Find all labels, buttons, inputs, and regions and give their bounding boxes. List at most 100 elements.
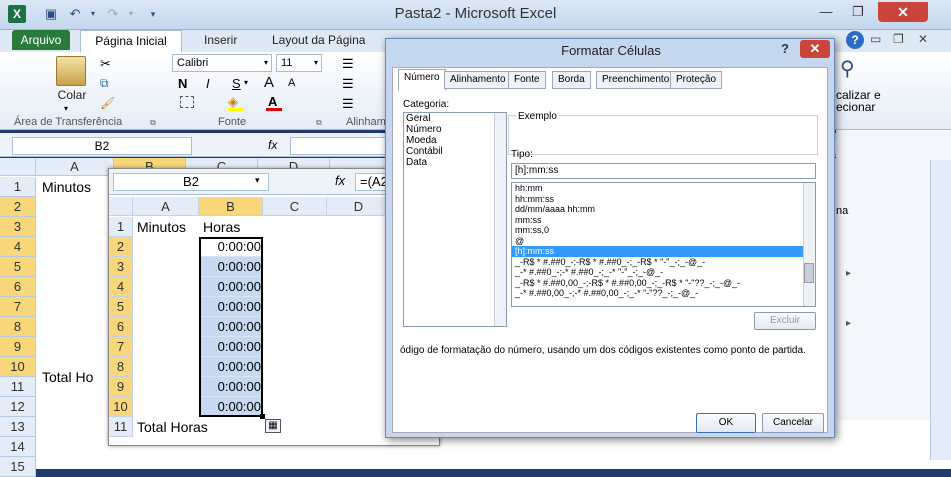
row-header[interactable]: 11	[0, 377, 36, 397]
list-item[interactable]: hh:mm:ss	[512, 194, 815, 205]
align-top-icon[interactable]: ☰	[342, 56, 354, 72]
row-header[interactable]: 14	[0, 437, 36, 457]
chevron-down-icon[interactable]: ▾	[255, 175, 260, 186]
underline-dropdown-icon[interactable]: ▾	[244, 78, 248, 87]
font-color-button[interactable]: A	[268, 94, 277, 109]
minimize-icon[interactable]: —	[810, 2, 842, 22]
workbook-close-icon[interactable]: ✕	[918, 32, 928, 46]
type-input[interactable]: [h]:mm:ss	[511, 163, 816, 179]
list-item[interactable]: Moeda	[404, 135, 506, 146]
row-header[interactable]: 5	[0, 257, 36, 277]
list-item[interactable]: _-R$ * #.##0,00_-;-R$ * #.##0,00_-;_-R$ …	[512, 278, 815, 289]
cut-icon[interactable]: ✂	[100, 56, 111, 72]
vertical-scrollbar[interactable]	[930, 160, 951, 460]
dialog-tab-protection[interactable]: Proteção	[670, 71, 723, 89]
tab-home[interactable]: Página Inicial	[80, 30, 182, 52]
inset-cell-a1[interactable]: Minutos	[137, 217, 186, 237]
paste-icon[interactable]	[56, 56, 86, 86]
list-item[interactable]: _-* #.##0_-;-* #.##0_-;_-* "-"_-;_-@_-	[512, 267, 815, 278]
clipboard-launcher-icon[interactable]: ⧉	[150, 118, 156, 128]
row-header[interactable]: 6	[0, 277, 36, 297]
help-icon[interactable]: ?	[846, 31, 864, 49]
list-item[interactable]: mm:ss	[512, 215, 815, 226]
row-header[interactable]: 15	[0, 457, 36, 477]
inset-select-all[interactable]	[109, 197, 133, 216]
row-header[interactable]: 13	[0, 417, 36, 437]
type-list-scrollbar[interactable]	[803, 183, 815, 306]
dialog-tab-border[interactable]: Borda	[552, 71, 591, 89]
indent-icon[interactable]: ☰	[342, 96, 354, 112]
paste-button-label[interactable]: Colar	[52, 88, 92, 102]
cell-a11[interactable]: Total Ho	[42, 367, 93, 387]
list-item[interactable]: @	[512, 236, 815, 247]
list-item[interactable]: dd/mm/aaaa hh:mm	[512, 204, 815, 215]
dialog-tab-fill[interactable]: Preenchimento	[596, 71, 676, 89]
dialog-tab-font[interactable]: Fonte	[508, 71, 546, 89]
shrink-font-button[interactable]: A	[288, 77, 295, 89]
row-header[interactable]: 2	[0, 197, 36, 217]
inset-row-header[interactable]: 1	[109, 217, 133, 237]
select-all-corner[interactable]	[0, 158, 36, 176]
list-item[interactable]: _-R$ * #.##0_-;-R$ * #.##0_-;_-R$ * "-"_…	[512, 257, 815, 268]
tab-insert[interactable]: Inserir	[204, 33, 237, 47]
inset-row-header[interactable]: 8	[109, 357, 133, 377]
inset-col-d[interactable]: D	[327, 197, 391, 216]
delete-format-button[interactable]: Excluir	[754, 312, 816, 330]
row-header[interactable]: 8	[0, 317, 36, 337]
category-list[interactable]: Geral Número Moeda Contábil Data	[403, 112, 507, 327]
borders-icon[interactable]	[180, 96, 194, 108]
bold-button[interactable]: N	[178, 76, 187, 91]
list-item[interactable]: mm:ss,0	[512, 225, 815, 236]
italic-button[interactable]: I	[206, 76, 210, 91]
inset-row-header[interactable]: 4	[109, 277, 133, 297]
dialog-tab-alignment[interactable]: Alinhamento	[444, 71, 512, 89]
scrollbar-thumb[interactable]	[804, 263, 814, 283]
list-item[interactable]: Data	[404, 157, 506, 168]
insert-function-icon[interactable]: fx	[268, 138, 277, 152]
copy-icon[interactable]: ⧉	[100, 76, 109, 91]
underline-button[interactable]: S	[232, 76, 241, 91]
font-name-dropdown[interactable]: Calibri ▾	[172, 54, 272, 72]
list-item[interactable]: Geral	[404, 113, 506, 124]
paste-options-icon[interactable]: ▦	[265, 419, 281, 433]
inset-row-header[interactable]: 9	[109, 377, 133, 397]
window-close-button[interactable]: ✕	[878, 2, 928, 22]
binoculars-icon[interactable]: ⚲	[840, 56, 855, 81]
row-header[interactable]: 1	[0, 177, 36, 197]
font-size-dropdown[interactable]: 11 ▾	[276, 54, 322, 72]
inset-row-header[interactable]: 7	[109, 337, 133, 357]
inset-row-header[interactable]: 11	[109, 417, 133, 437]
insert-function-icon[interactable]: fx	[335, 173, 345, 188]
type-list[interactable]: hh:mm hh:mm:ss dd/mm/aaaa hh:mm mm:ss mm…	[511, 182, 816, 307]
inset-cell-b1[interactable]: Horas	[203, 217, 240, 237]
dialog-close-button[interactable]: ✕	[800, 40, 830, 58]
cell-a1[interactable]: Minutos	[42, 177, 91, 197]
tab-file[interactable]: Arquivo	[12, 30, 70, 50]
restore-icon[interactable]: ❐	[842, 2, 874, 22]
inset-row-header[interactable]: 2	[109, 237, 133, 257]
paste-dropdown-icon[interactable]: ▾	[64, 104, 68, 113]
list-item[interactable]: _-* #.##0,00_-;-* #.##0,00_-;_-* "-"??_-…	[512, 288, 815, 299]
grow-font-button[interactable]: A	[264, 74, 274, 91]
row-header[interactable]: 7	[0, 297, 36, 317]
row-header[interactable]: 3	[0, 217, 36, 237]
dialog-help-icon[interactable]: ?	[781, 41, 789, 56]
ribbon-minimize-icon[interactable]: ▭	[870, 32, 881, 46]
category-scrollbar[interactable]	[494, 113, 506, 326]
list-item[interactable]: Número	[404, 124, 506, 135]
inset-name-box[interactable]: B2	[113, 173, 269, 191]
cancel-button[interactable]: Cancelar	[762, 413, 824, 433]
dialog-tab-number[interactable]: Número	[398, 69, 446, 91]
row-header[interactable]: 9	[0, 337, 36, 357]
tab-page-layout[interactable]: Layout da Página	[272, 33, 365, 47]
row-header[interactable]: 12	[0, 397, 36, 417]
inset-row-header[interactable]: 6	[109, 317, 133, 337]
chevron-right-icon[interactable]: ▸	[846, 318, 851, 329]
inset-col-c[interactable]: C	[263, 197, 327, 216]
inset-row-header[interactable]: 5	[109, 297, 133, 317]
inset-row-header[interactable]: 10	[109, 397, 133, 417]
format-painter-icon[interactable]: 🖌	[100, 96, 115, 110]
inset-col-a[interactable]: A	[133, 197, 199, 216]
list-item[interactable]: Contábil	[404, 146, 506, 157]
col-header-a[interactable]: A	[36, 158, 114, 176]
